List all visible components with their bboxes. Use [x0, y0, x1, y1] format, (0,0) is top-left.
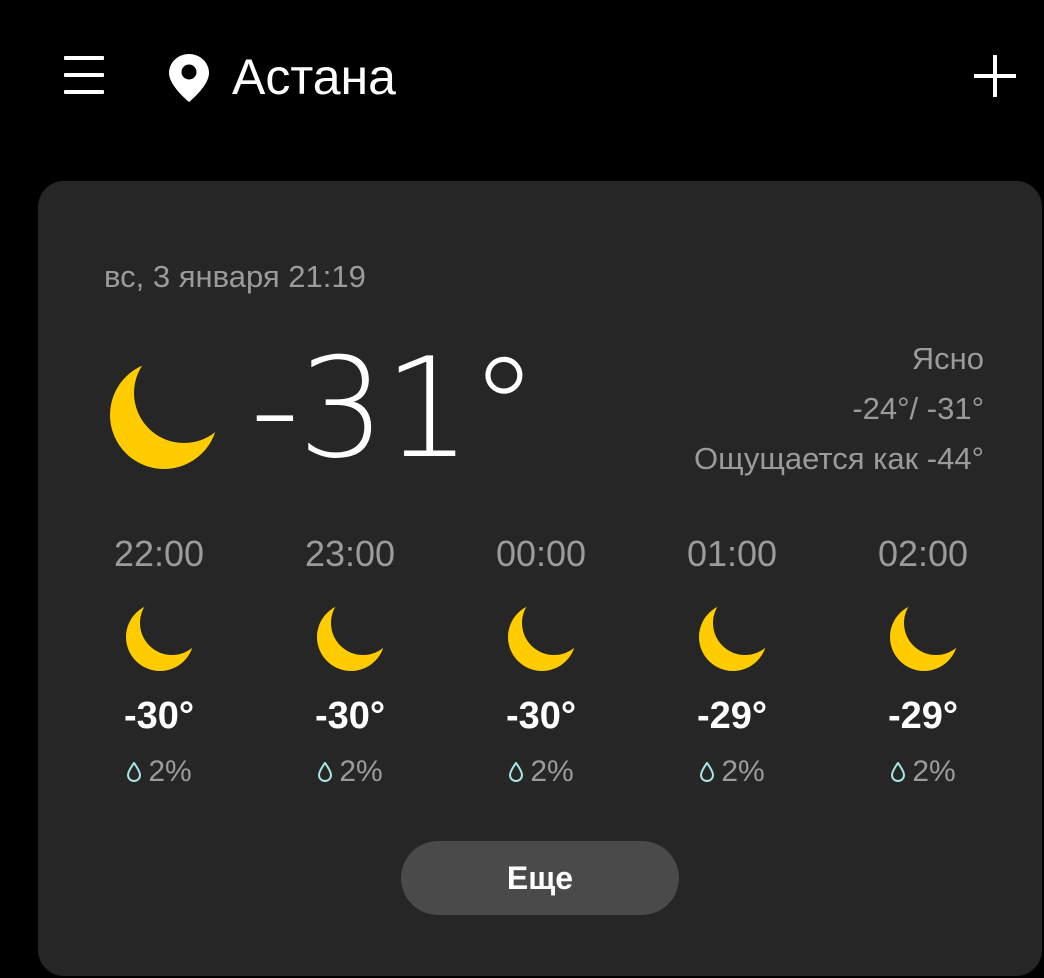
- water-drop-icon: [509, 762, 524, 782]
- current-temperature: -31°: [250, 328, 538, 489]
- hour-time: 02:00: [877, 533, 969, 574]
- feels-like-temperature: Ощущается как -44°: [693, 441, 984, 476]
- hour-precipitation: 2%: [255, 755, 445, 789]
- hour-temperature: -29°: [696, 695, 768, 737]
- water-drop-icon: [700, 762, 715, 782]
- precip-value: 2%: [148, 755, 192, 788]
- hour-temperature: -30°: [123, 695, 195, 737]
- hour-time: 01:00: [686, 533, 778, 574]
- crescent-moon-icon: [699, 603, 767, 671]
- precip-value: 2%: [530, 755, 574, 788]
- hourly-item: 00:00 -30° 2%: [446, 527, 636, 797]
- water-drop-icon: [891, 762, 906, 782]
- hourly-forecast: 22:00 -30° 2% 23:00 -30° 2% 00:00 -30° 2…: [38, 527, 1042, 797]
- hour-temperature: -29°: [887, 695, 959, 737]
- crescent-moon-icon: [110, 361, 218, 469]
- city-name[interactable]: Астана: [232, 44, 396, 110]
- hour-precipitation: 2%: [64, 755, 254, 789]
- precip-value: 2%: [912, 755, 956, 788]
- hour-precipitation: 2%: [446, 755, 636, 789]
- current-datetime: вс, 3 января 21:19: [104, 259, 366, 294]
- hour-temperature: -30°: [505, 695, 577, 737]
- hourly-item: 22:00 -30° 2%: [64, 527, 254, 797]
- hour-precipitation: 2%: [637, 755, 827, 789]
- hour-time: 00:00: [495, 533, 587, 574]
- crescent-moon-icon: [890, 603, 958, 671]
- precip-value: 2%: [339, 755, 383, 788]
- hamburger-menu-icon[interactable]: [64, 56, 104, 94]
- top-bar: Астана: [0, 0, 1044, 150]
- hourly-item: 02:00 -29° 2%: [828, 527, 1018, 797]
- hour-time: 22:00: [113, 533, 205, 574]
- plus-icon[interactable]: [974, 55, 1016, 97]
- crescent-moon-icon: [508, 603, 576, 671]
- high-low-temperature: -24°/ -31°: [852, 391, 984, 426]
- hour-temperature: -30°: [314, 695, 386, 737]
- hourly-item: 23:00 -30° 2%: [255, 527, 445, 797]
- location-pin-icon: [169, 54, 209, 102]
- crescent-moon-icon: [317, 603, 385, 671]
- hour-precipitation: 2%: [828, 755, 1018, 789]
- water-drop-icon: [127, 762, 142, 782]
- crescent-moon-icon: [126, 603, 194, 671]
- hour-time: 23:00: [304, 533, 396, 574]
- more-button[interactable]: Еще: [401, 841, 679, 915]
- hourly-item: 01:00 -29° 2%: [637, 527, 827, 797]
- water-drop-icon: [318, 762, 333, 782]
- precip-value: 2%: [721, 755, 765, 788]
- weather-card: вс, 3 января 21:19 -31° Ясно -24°/ -31° …: [38, 181, 1042, 976]
- weather-condition: Ясно: [911, 341, 984, 376]
